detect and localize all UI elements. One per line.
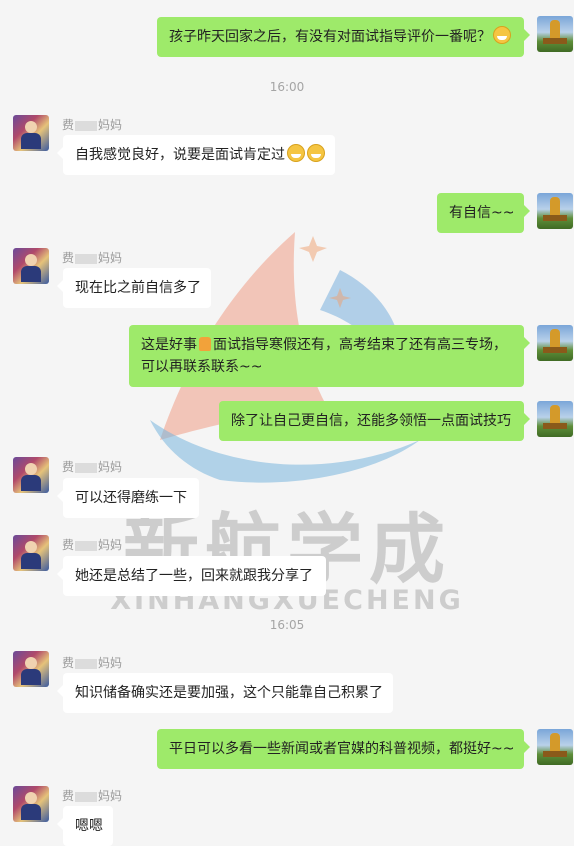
message-text: 知识储备确实还是要加强，这个只能靠自己积累了 (75, 685, 383, 701)
name-mask (75, 253, 98, 264)
name-mask (75, 120, 98, 131)
sender-name: 费妈妈 (62, 789, 123, 803)
message-text: 嗯嗯 (75, 818, 103, 834)
grinning-emoji-icon (287, 144, 305, 162)
parent-avatar[interactable] (13, 457, 49, 493)
sender-name: 费妈妈 (62, 251, 123, 265)
message-text: 自我感觉良好，说要是面试肯定过 (75, 147, 285, 163)
sender-name: 费妈妈 (62, 656, 123, 670)
message-text: 她还是总结了一些，回来就跟我分享了 (75, 568, 313, 584)
message-text: 平日可以多看一些新闻或者官媒的科普视频，都挺好~~ (169, 741, 515, 757)
name-mask (75, 791, 98, 802)
self-avatar[interactable] (537, 729, 573, 765)
grinning-emoji-icon (307, 144, 325, 162)
self-avatar[interactable] (537, 16, 573, 52)
message-bubble-self[interactable]: 平日可以多看一些新闻或者官媒的科普视频，都挺好~~ (157, 729, 530, 769)
message-bubble-self[interactable]: 孩子昨天回家之后，有没有对面试指导评价一番呢？ (157, 17, 530, 57)
sender-name: 费妈妈 (62, 118, 123, 132)
sender-name: 费妈妈 (62, 460, 123, 474)
parent-avatar[interactable] (13, 248, 49, 284)
parent-avatar[interactable] (13, 535, 49, 571)
message-bubble-self[interactable]: 这是好事 面试指导寒假还有，高考结束了还有高三专场，可以再联系联系~~ (129, 325, 530, 387)
message-bubble-parent[interactable]: 她还是总结了一些，回来就跟我分享了 (57, 556, 326, 596)
self-avatar[interactable] (537, 193, 573, 229)
message-bubble-parent[interactable]: 嗯嗯 (57, 806, 113, 846)
name-mask (75, 462, 98, 473)
timestamp: 16:00 (269, 80, 305, 94)
message-bubble-self[interactable]: 除了让自己更自信，还能多领悟一点面试技巧 (219, 401, 530, 441)
parent-avatar[interactable] (13, 651, 49, 687)
message-bubble-parent[interactable]: 可以还得磨练一下 (57, 478, 199, 518)
sender-name: 费妈妈 (62, 538, 123, 552)
message-bubble-parent[interactable]: 现在比之前自信多了 (57, 268, 211, 308)
message-bubble-self[interactable]: 有自信~~ (437, 193, 530, 233)
message-text: 现在比之前自信多了 (75, 280, 201, 296)
self-avatar[interactable] (537, 325, 573, 361)
grinning-emoji-icon (493, 26, 511, 44)
timestamp: 16:05 (269, 618, 305, 632)
message-text: 除了让自己更自信，还能多领悟一点面试技巧 (231, 413, 511, 429)
self-avatar[interactable] (537, 401, 573, 437)
message-bubble-parent[interactable]: 知识储备确实还是要加强，这个只能靠自己积累了 (57, 673, 393, 713)
name-mask (75, 658, 98, 669)
message-text: 有自信~~ (449, 205, 515, 221)
parent-avatar[interactable] (13, 115, 49, 151)
message-text: 可以还得磨练一下 (75, 490, 187, 506)
name-mask (75, 540, 98, 551)
thumbs-up-emoji-icon (199, 337, 211, 351)
parent-avatar[interactable] (13, 786, 49, 822)
message-bubble-parent[interactable]: 自我感觉良好，说要是面试肯定过 (57, 135, 335, 175)
message-text: 孩子昨天回家之后，有没有对面试指导评价一番呢？ (169, 29, 491, 45)
message-text: 这是好事 (141, 337, 197, 353)
